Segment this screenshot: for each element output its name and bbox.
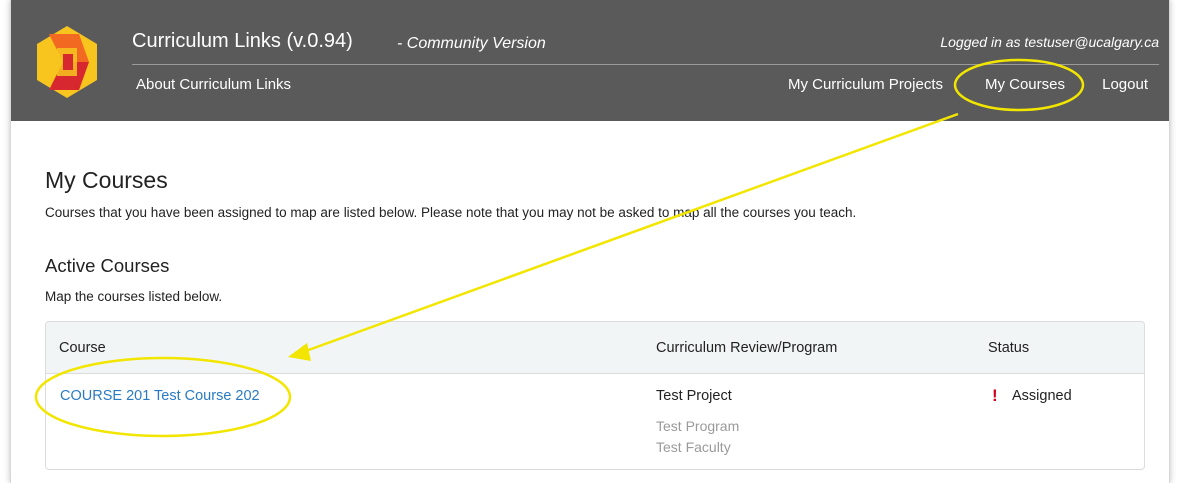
column-header-status: Status (988, 340, 1030, 356)
app-subtitle: - Community Version (397, 35, 546, 52)
app-title: Curriculum Links (v.0.94) (132, 30, 353, 52)
header-divider (132, 64, 1159, 65)
nav-logout[interactable]: Logout (1102, 76, 1148, 93)
section-title: Active Courses (45, 255, 170, 276)
logged-in-user: Logged in as testuser@ucalgary.ca (940, 34, 1159, 50)
nav-my-curriculum-projects[interactable]: My Curriculum Projects (788, 76, 943, 93)
curriculum-links-logo-icon (37, 26, 97, 98)
nav-my-courses[interactable]: My Courses (985, 76, 1065, 93)
table-header: Course Curriculum Review/Program Status (46, 322, 1144, 374)
courses-table: Course Curriculum Review/Program Status … (45, 321, 1145, 470)
course-link[interactable]: COURSE 201 Test Course 202 (60, 388, 260, 404)
page-intro: Courses that you have been assigned to m… (45, 205, 857, 220)
project-name: Test Project (656, 388, 732, 404)
program-name: Test Program (656, 418, 740, 434)
nav-about-link[interactable]: About Curriculum Links (136, 76, 291, 93)
exclamation-icon: ! (992, 386, 998, 405)
top-header: Curriculum Links (v.0.94) - Community Ve… (11, 0, 1169, 121)
column-header-course: Course (59, 340, 106, 356)
status-label: Assigned (1012, 388, 1072, 404)
section-subtitle: Map the courses listed below. (45, 289, 223, 304)
app-window: Curriculum Links (v.0.94) - Community Ve… (10, 0, 1170, 483)
page-title: My Courses (45, 167, 168, 193)
column-header-review: Curriculum Review/Program (656, 340, 838, 356)
faculty-name: Test Faculty (656, 439, 731, 455)
